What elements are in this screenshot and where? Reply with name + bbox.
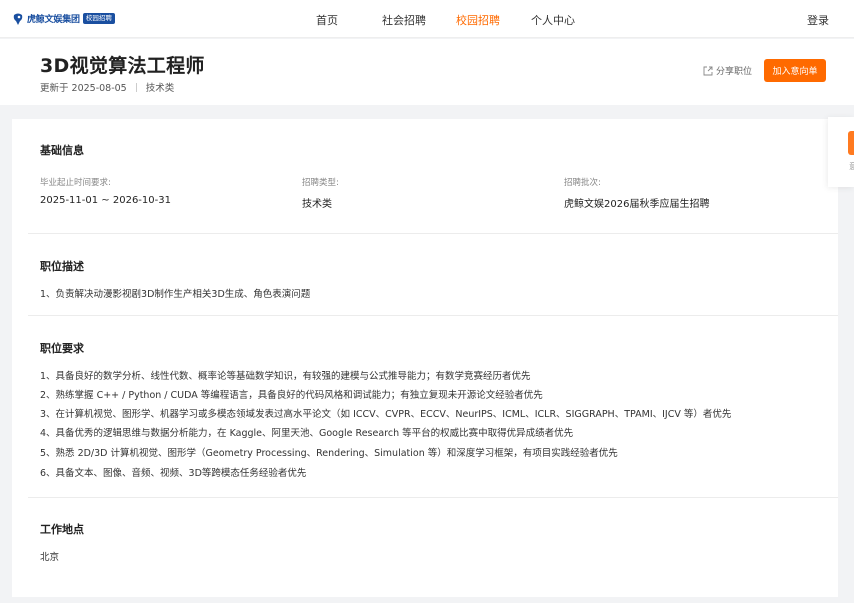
recruit-type-value: 技术类 (302, 199, 332, 210)
share-button[interactable]: 分享职位 (703, 64, 752, 77)
job-detail-card: 基础信息 毕业起止时间要求: 2025-11-01 ~ 2026-10-31 招… (12, 119, 838, 597)
recruit-batch-value: 虎鲸文娱2026届秋季应届生招聘 (564, 199, 710, 210)
login-link[interactable]: 登录 (807, 12, 829, 28)
job-header: 3D视觉算法工程师 更新于 2025-08-05 技术类 分享职位 加入意向单 (0, 39, 854, 105)
section-divider (28, 233, 838, 234)
add-to-wishlist-button[interactable]: 加入意向单 (764, 59, 826, 82)
wishlist-icon (848, 131, 854, 155)
nav-item-campus-recruit[interactable]: 校园招聘 (456, 12, 500, 28)
job-requirements-title: 职位要求 (40, 342, 84, 355)
brand-logo[interactable]: 虎鲸文娱集团 校园招聘 (12, 10, 115, 26)
requirement-line: 4、具备优秀的逻辑思维与数据分析能力，在 Kaggle、阿里天池、Google … (40, 428, 574, 439)
basic-info-title: 基础信息 (40, 144, 84, 157)
requirement-line: 6、具备文本、图像、音频、视频、3D等跨模态任务经验者优先 (40, 468, 307, 479)
description-line: 1、负责解决动漫影视剧3D制作生产相关3D生成、角色表演问题 (40, 289, 311, 300)
recruit-batch-label: 招聘批次: (564, 178, 601, 188)
top-navbar: 虎鲸文娱集团 校园招聘 首页 社会招聘 校园招聘 个人中心 登录 (0, 0, 854, 38)
requirement-line: 5、熟悉 2D/3D 计算机视觉、图形学（Geometry Processing… (40, 448, 618, 459)
job-title: 3D视觉算法工程师 (40, 55, 205, 77)
nav-item-personal-center[interactable]: 个人中心 (531, 12, 575, 28)
section-divider (28, 315, 838, 316)
job-description-title: 职位描述 (40, 260, 84, 273)
graduation-period-value: 2025-11-01 ~ 2026-10-31 (40, 195, 171, 206)
work-location-value: 北京 (40, 552, 60, 563)
floating-wishlist-tab[interactable]: 意 (828, 117, 854, 187)
recruit-type-label: 招聘类型: (302, 178, 339, 188)
requirement-line: 3、在计算机视觉、图形学、机器学习或多模态领域发表过高水平论文（如 ICCV、C… (40, 409, 732, 420)
nav-item-social-recruit[interactable]: 社会招聘 (382, 12, 426, 28)
whale-logo-icon (12, 11, 24, 25)
logo-text: 虎鲸文娱集团 (27, 14, 80, 25)
work-location-title: 工作地点 (40, 523, 84, 536)
job-meta: 更新于 2025-08-05 技术类 (40, 80, 174, 94)
nav-item-home[interactable]: 首页 (316, 12, 338, 28)
section-divider (28, 497, 838, 498)
updated-date: 更新于 2025-08-05 (40, 83, 127, 94)
requirement-line: 2、熟练掌握 C++ / Python / CUDA 等编程语言，具备良好的代码… (40, 390, 543, 401)
share-label: 分享职位 (716, 67, 753, 77)
share-icon (703, 66, 713, 75)
floating-tab-label: 意 (849, 162, 854, 171)
job-category: 技术类 (145, 83, 175, 94)
meta-divider (135, 82, 137, 92)
requirement-line: 1、具备良好的数学分析、线性代数、概率论等基础数学知识，有较强的建模与公式推导能… (40, 371, 531, 382)
logo-badge: 校园招聘 (82, 12, 115, 24)
graduation-period-label: 毕业起止时间要求: (40, 178, 111, 188)
